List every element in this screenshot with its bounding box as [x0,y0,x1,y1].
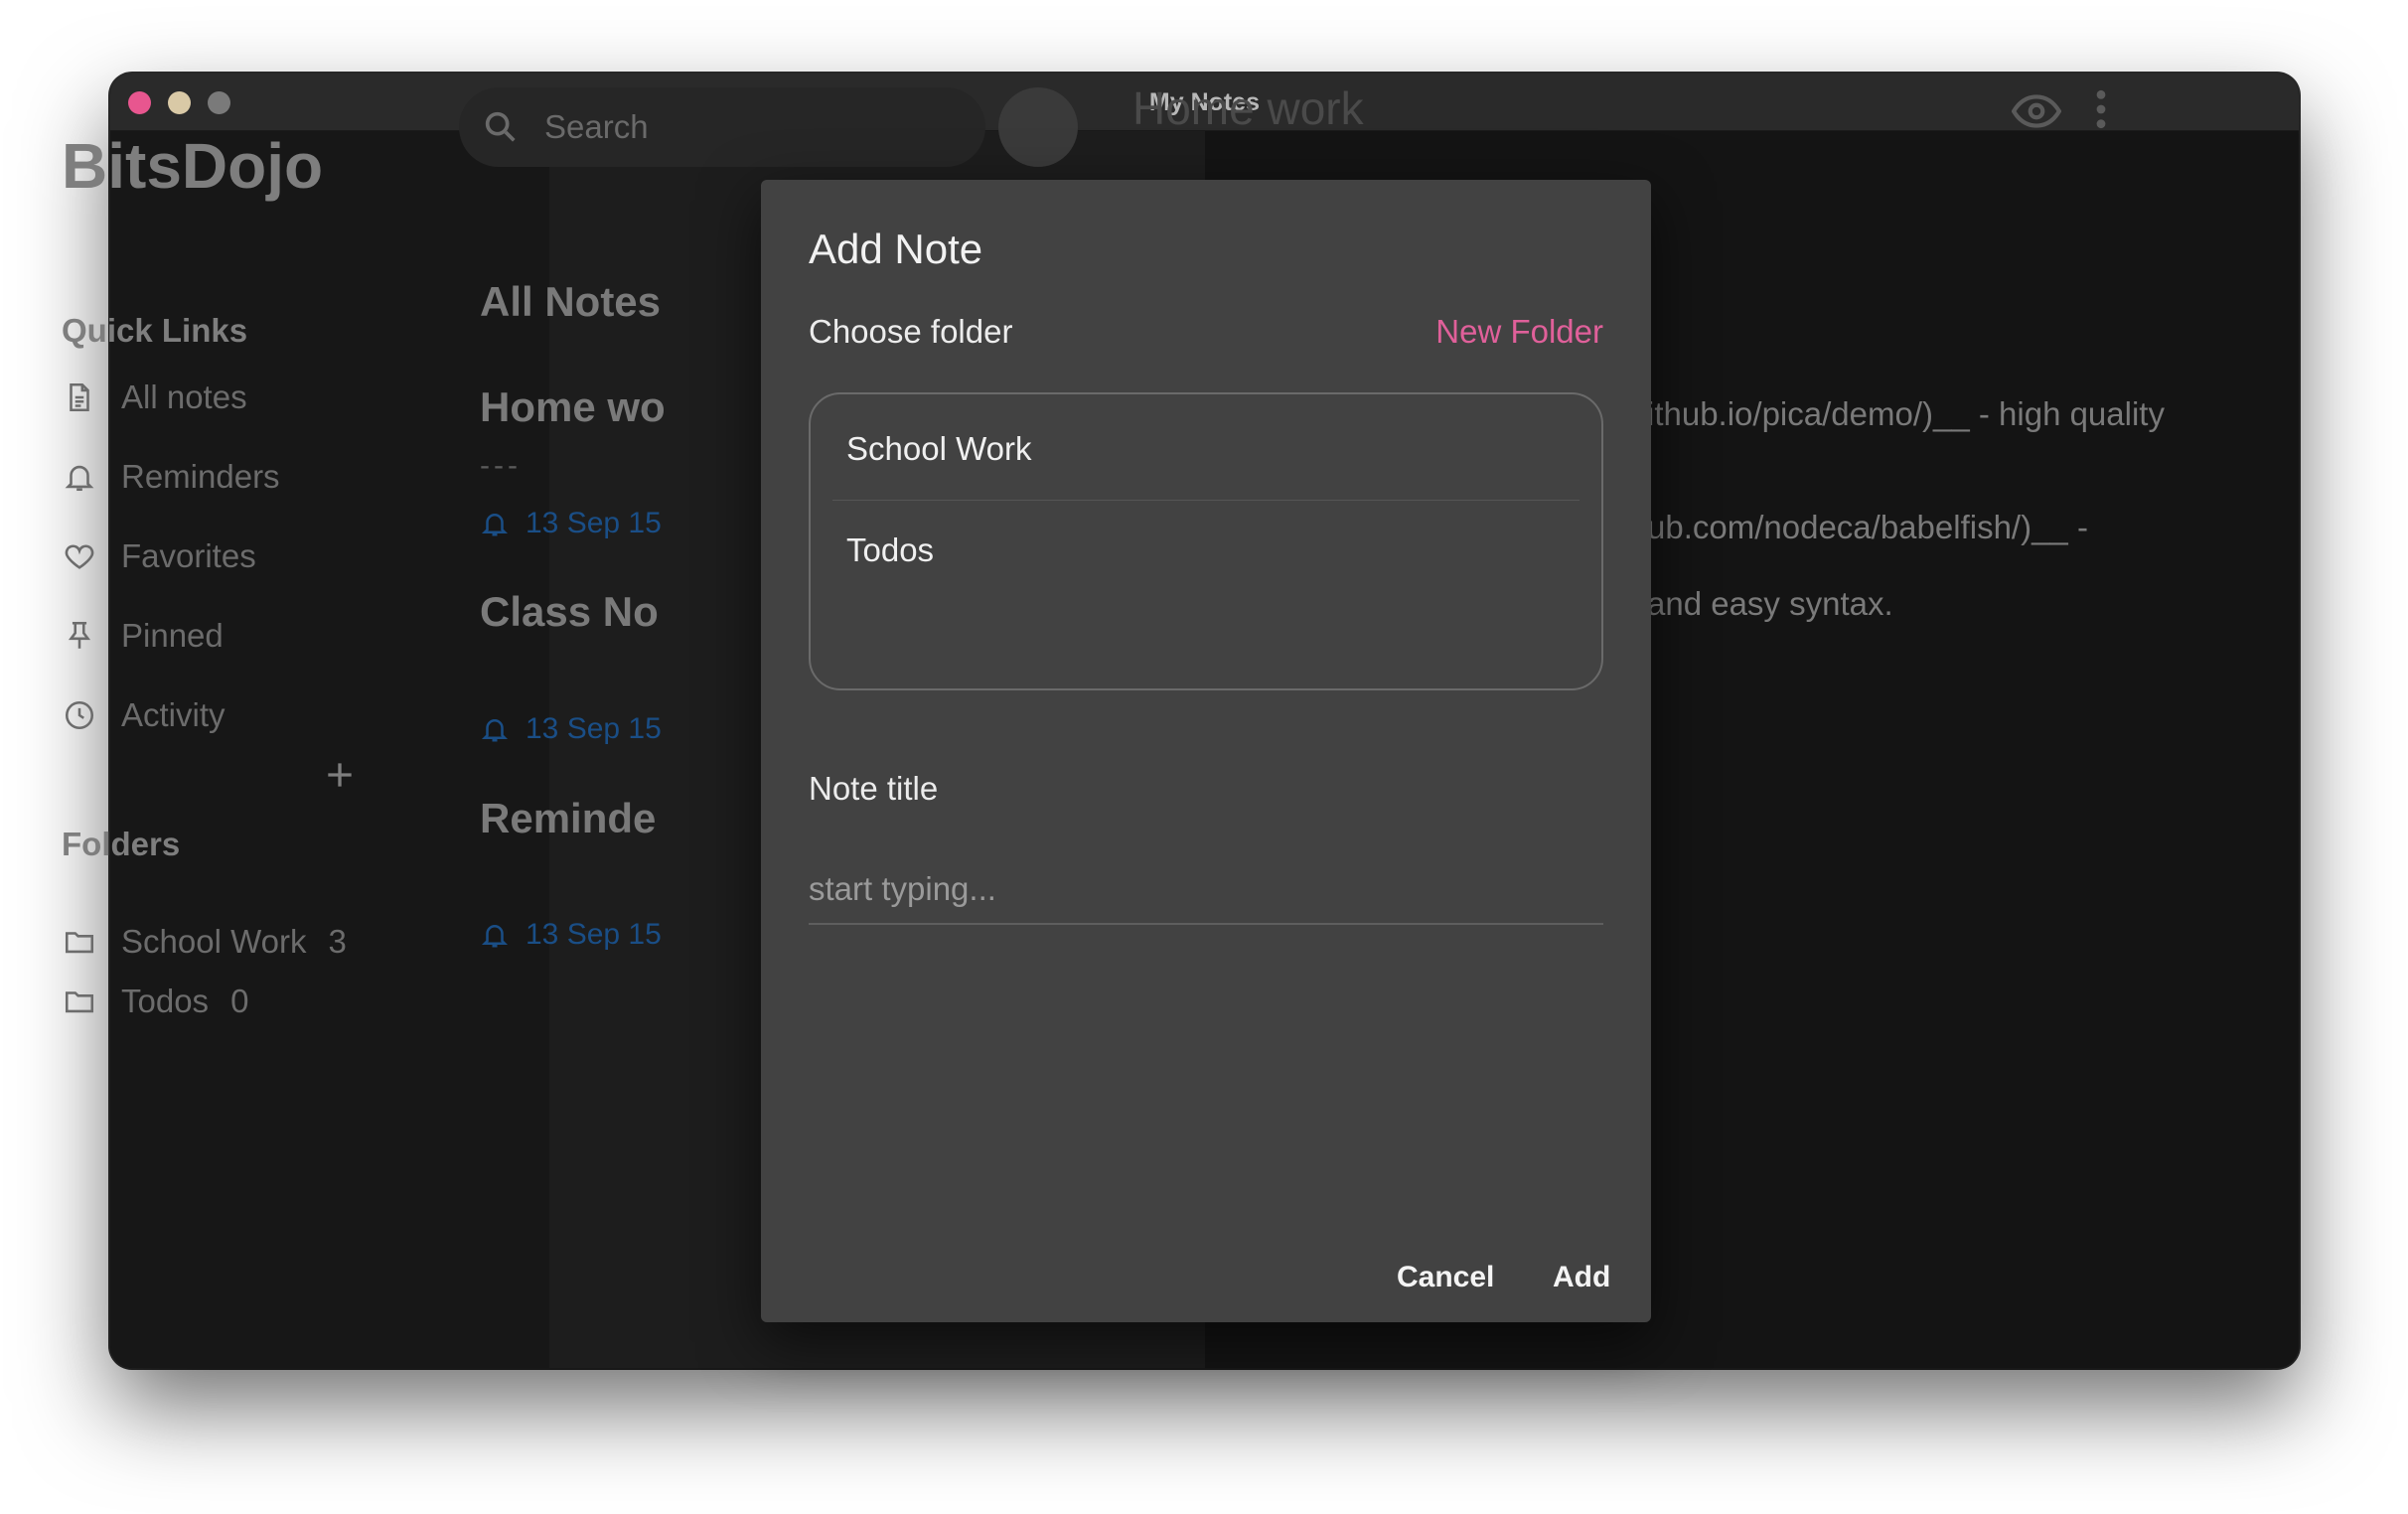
sidebar-item-label: Activity [121,696,226,733]
folder-count: 0 [230,983,249,1019]
sidebar-folder-todos[interactable]: Todos 0 [62,978,248,1025]
note-title[interactable]: Class No [480,588,659,636]
note-reminder-date: 13 Sep 15 [480,507,662,540]
editor-text-line: ithub.io/pica/demo/)__ - high quality [1647,395,2165,432]
eye-icon[interactable] [2012,91,2061,131]
folder-picker-list: School Work Todos [809,392,1603,690]
note-title[interactable]: Home wo [480,383,666,431]
bell-icon [62,459,97,495]
note-title-input[interactable] [809,855,1603,925]
folder-count: 3 [328,923,347,960]
editor-text-line: and easy syntax. [1647,585,1893,622]
bell-icon [481,925,509,948]
brand-logo: BitsDojo [62,130,324,202]
folder-icon [62,984,97,1019]
quick-links-title: Quick Links [62,312,248,349]
note-title-label: Note title [809,770,939,807]
add-button[interactable]: Add [1553,1261,1610,1294]
editor-text-line: ub.com/nodeca/babelfish/)__ - [1647,509,2088,545]
add-note-dialog: Add Note Choose folder New Folder School… [761,180,1651,1322]
folder-option-school-work[interactable]: School Work [811,430,1601,468]
heart-icon [62,538,97,574]
folder-label: School Work [121,923,307,960]
sidebar-item-pinned[interactable]: Pinned [62,612,224,660]
sidebar-item-label: All notes [121,378,247,415]
folder-icon [62,924,97,960]
sidebar-item-activity[interactable]: Activity [62,691,226,739]
note-preview-separator: --- [480,449,522,482]
dialog-title: Add Note [809,226,983,272]
add-folder-icon[interactable] [320,755,360,795]
search-input[interactable]: Search [459,87,985,167]
folders-title: Folders [62,826,181,862]
note-list-heading: All Notes [480,278,662,325]
sidebar-item-reminders[interactable]: Reminders [62,453,280,501]
bell-icon [481,514,509,536]
sidebar-item-label: Pinned [121,617,224,654]
sidebar-item-label: Favorites [121,537,256,574]
folder-label: Todos [121,983,210,1019]
clock-icon [62,697,97,733]
sidebar-item-all-notes[interactable]: All notes [62,374,247,421]
pin-icon [62,618,97,654]
more-options-icon[interactable] [2094,87,2108,131]
search-icon [485,111,516,142]
avatar[interactable] [998,87,1078,167]
sidebar-item-label: Reminders [121,458,280,495]
note-reminder-date: 13 Sep 15 [480,712,662,746]
choose-folder-label: Choose folder [809,313,1013,350]
sidebar-item-favorites[interactable]: Favorites [62,532,256,580]
new-folder-button[interactable]: New Folder [1435,313,1603,351]
divider [832,500,1580,501]
document-icon [62,379,97,415]
search-placeholder: Search [544,108,649,145]
note-reminder-date: 13 Sep 15 [480,918,662,952]
note-title[interactable]: Reminde [480,795,656,842]
editor-note-title[interactable]: Home work [1132,81,1364,135]
sidebar-folder-school-work[interactable]: School Work 3 [62,918,347,966]
folder-option-todos[interactable]: Todos [811,531,1601,569]
bell-icon [481,719,509,742]
cancel-button[interactable]: Cancel [1397,1261,1494,1294]
